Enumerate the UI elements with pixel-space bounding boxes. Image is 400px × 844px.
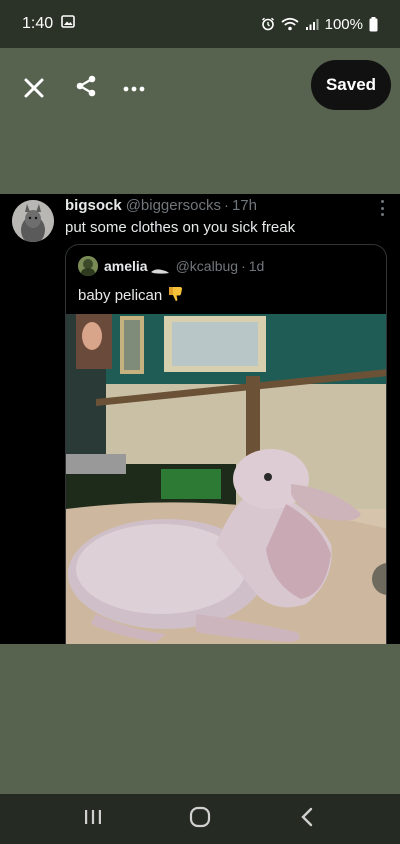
more-options-button[interactable] [116,70,152,106]
quote-avatar [78,256,98,276]
status-left: 1:40 [22,15,75,33]
back-button[interactable] [287,799,327,839]
back-icon [300,807,314,832]
viewer-top-bar: Saved [0,48,400,194]
quote-meta-separator: · [241,258,246,274]
quote-text-row: baby pelican [78,285,184,306]
recent-apps-icon [84,808,102,831]
quote-header: amelia @kcalbug · 1d [78,256,264,276]
pelican-photo[interactable] [66,314,386,644]
more-icon [123,79,145,97]
battery-text: 100% [324,15,363,33]
status-right: 100% [261,16,378,33]
share-icon [75,74,97,103]
close-button[interactable] [16,72,52,108]
tweet-card: bigsock @biggersocks · 17h put some clothes… [0,194,400,644]
quote-tweet: amelia @kcalbug · 1d baby pelican [65,244,387,644]
signal-icon [305,18,319,31]
close-icon [23,77,45,104]
share-button[interactable] [68,70,104,106]
thumbs-down-icon [167,285,184,306]
navigation-bar [0,794,400,844]
image-icon [61,15,75,33]
author-handle: @biggersocks [125,197,221,214]
status-bar: 1:40 100% [0,0,400,48]
author-name: bigsock [65,197,122,214]
tweet-more-icon [376,200,388,216]
viewer-bottom-area [0,644,400,794]
saved-button[interactable]: Saved [311,60,391,110]
tweet-header: bigsock @biggersocks · 17h [65,197,370,214]
status-time: 1:40 [22,15,54,32]
recent-apps-button[interactable] [73,799,113,839]
quote-time: 1d [248,258,265,274]
home-icon [189,806,211,833]
home-button[interactable] [180,799,220,839]
quote-author-handle: @kcalbug [175,258,239,274]
quote-author-name: amelia [104,258,148,274]
avatar [12,200,54,242]
meta-separator: · [223,197,229,214]
alarm-icon [261,17,275,31]
wifi-icon [281,17,299,31]
tweet-time: 17h [231,197,257,214]
tweet-text: put some clothes on you sick freak [65,219,296,236]
leech-emoji-icon [150,262,170,274]
battery-icon [369,16,378,32]
quote-text: baby pelican [78,287,163,304]
